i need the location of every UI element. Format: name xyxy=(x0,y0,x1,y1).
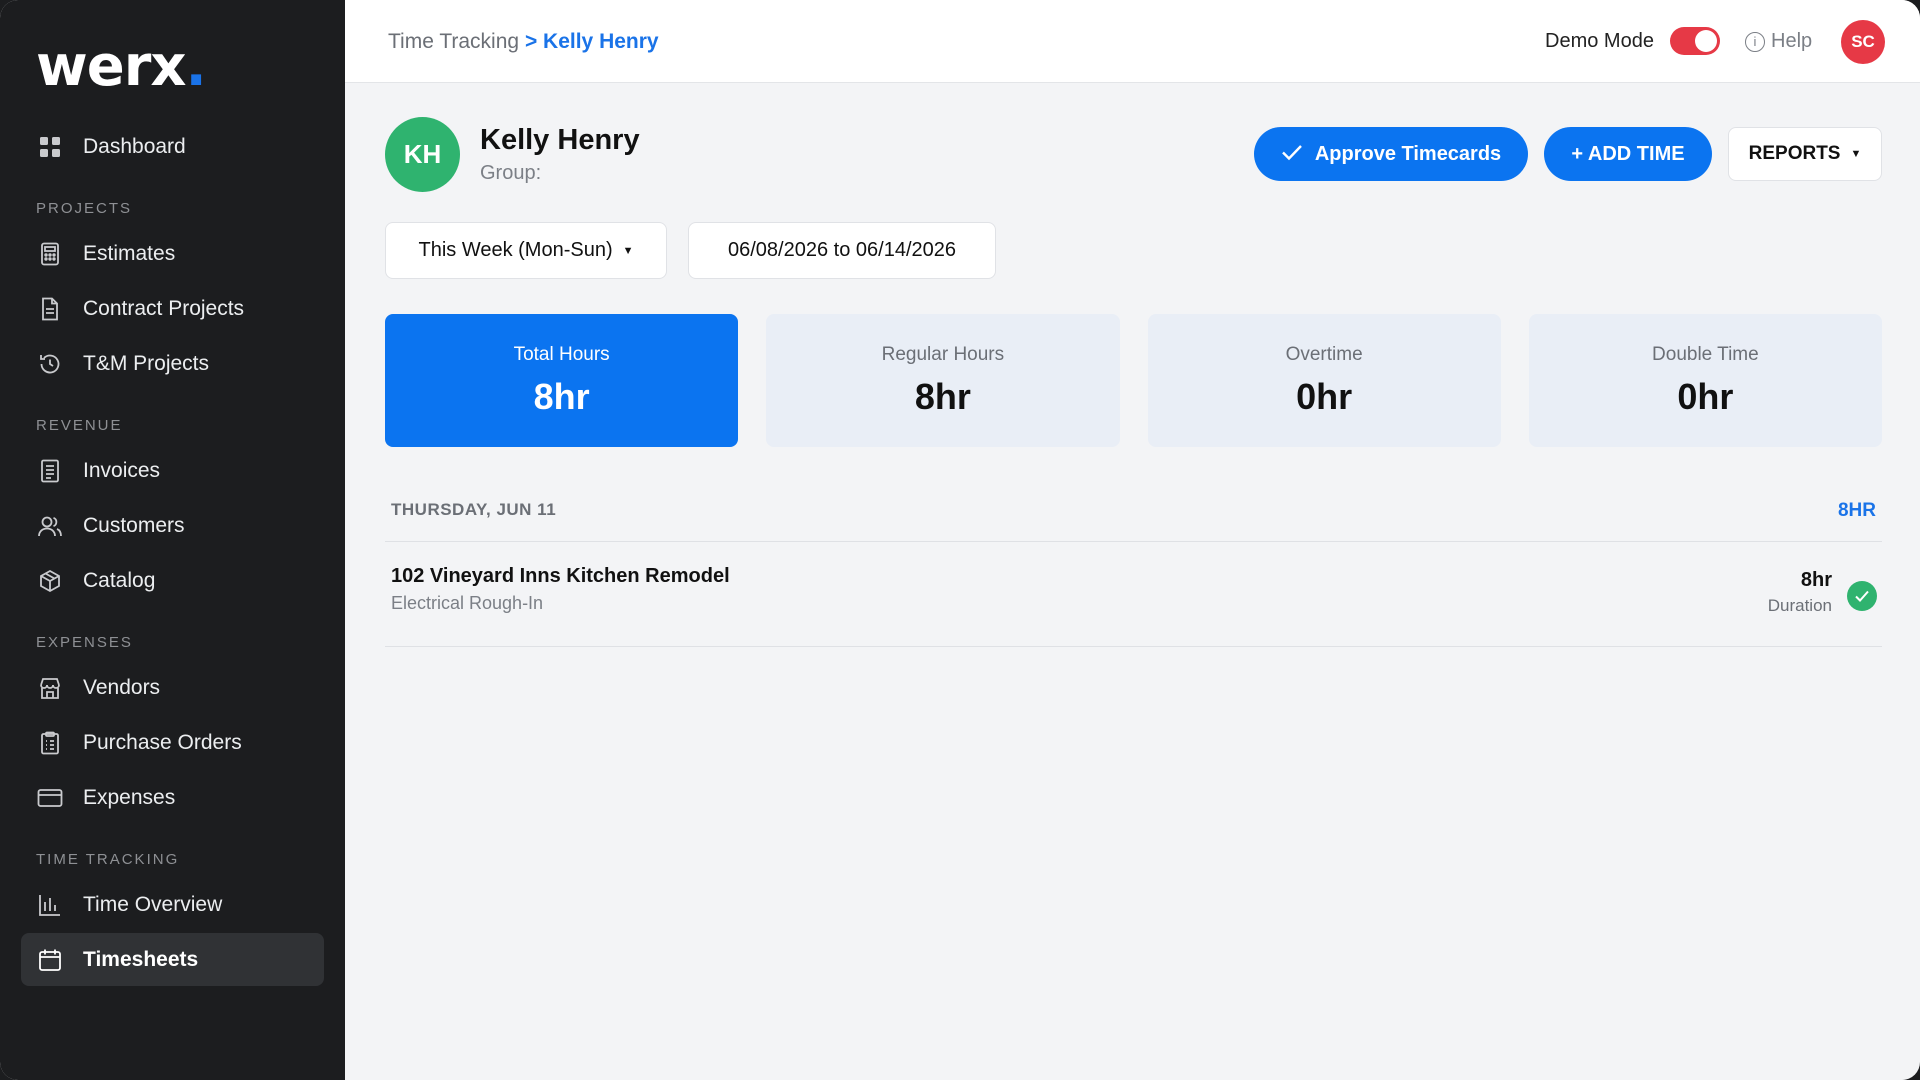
section-projects: PROJECTS xyxy=(36,200,133,217)
approve-timecards-button[interactable]: Approve Timecards xyxy=(1254,127,1528,181)
invoice-icon xyxy=(37,458,63,484)
document-icon xyxy=(37,296,63,322)
store-icon xyxy=(37,675,63,701)
caret-down-icon: ▼ xyxy=(1850,148,1862,160)
account-avatar[interactable]: SC xyxy=(1841,20,1885,64)
sidebar-item-dashboard[interactable]: Dashboard xyxy=(21,120,324,173)
sidebar-item-expenses[interactable]: Expenses xyxy=(21,771,324,824)
check-icon xyxy=(1281,141,1303,167)
reports-label: REPORTS xyxy=(1748,143,1841,164)
section-time-tracking: TIME TRACKING xyxy=(36,851,180,868)
entry-duration: 8hr xyxy=(1800,569,1832,591)
section-expenses: EXPENSES xyxy=(36,634,133,651)
users-icon xyxy=(37,513,63,539)
sidebar-item-customers[interactable]: Customers xyxy=(21,499,324,552)
sidebar-item-label: Estimates xyxy=(83,241,176,265)
card-value: 8hr xyxy=(914,375,971,417)
period-value: This Week (Mon-Sun) xyxy=(418,239,613,261)
card-label: Total Hours xyxy=(513,343,610,365)
total-hours-card[interactable]: Total Hours 8hr xyxy=(385,314,739,447)
sidebar-item-label: Expenses xyxy=(83,785,176,809)
breadcrumb-root[interactable]: Time Tracking xyxy=(388,30,519,53)
sidebar-item-purchase-orders[interactable]: Purchase Orders xyxy=(21,716,324,769)
bar-chart-icon xyxy=(37,892,63,918)
sidebar-item-time-overview[interactable]: Time Overview xyxy=(21,878,324,931)
entry-task: Electrical Rough-In xyxy=(391,593,544,613)
add-time-button[interactable]: + ADD TIME xyxy=(1544,127,1712,181)
top-bar: Time Tracking > Kelly Henry Demo Mode i … xyxy=(345,0,1920,83)
sidebar-item-label: Timesheets xyxy=(83,947,199,971)
sidebar-item-label: T&M Projects xyxy=(83,351,210,375)
approve-label: Approve Timecards xyxy=(1314,142,1502,165)
summary-cards: Total Hours 8hr Regular Hours 8hr Overti… xyxy=(385,314,1882,447)
caret-down-icon: ▼ xyxy=(622,244,634,257)
sidebar-item-vendors[interactable]: Vendors xyxy=(21,661,324,714)
overtime-card[interactable]: Overtime 0hr xyxy=(1147,314,1501,447)
approved-check-icon xyxy=(1847,581,1877,611)
entry-project: 102 Vineyard Inns Kitchen Remodel xyxy=(391,565,730,587)
user-group: Group: xyxy=(480,162,542,184)
user-avatar: KH xyxy=(385,117,460,192)
day-total: 8HR xyxy=(1837,500,1876,521)
demo-mode-toggle[interactable] xyxy=(1670,27,1720,55)
page-title: Kelly Henry xyxy=(480,124,640,156)
day-header: THURSDAY, JUN 11 8HR xyxy=(385,494,1882,542)
box-icon xyxy=(37,568,63,594)
breadcrumb-separator: > xyxy=(524,30,538,53)
period-select[interactable]: This Week (Mon-Sun) ▼ xyxy=(385,222,667,279)
calendar-icon xyxy=(37,947,63,973)
main-content: KH Kelly Henry Group: Approve Timecards … xyxy=(345,84,1920,1080)
time-entry-row[interactable]: 102 Vineyard Inns Kitchen Remodel Electr… xyxy=(385,543,1882,647)
sidebar-item-label: Dashboard xyxy=(83,134,186,158)
card-label: Regular Hours xyxy=(881,343,1005,365)
toggle-knob xyxy=(1695,30,1717,52)
demo-mode-label: Demo Mode xyxy=(1545,30,1654,52)
section-revenue: REVENUE xyxy=(36,417,123,434)
breadcrumb-current: Kelly Henry xyxy=(543,30,659,53)
sidebar-item-label: Invoices xyxy=(83,458,161,482)
help-link[interactable]: i Help xyxy=(1745,30,1812,53)
reports-dropdown[interactable]: REPORTS ▼ xyxy=(1728,127,1882,181)
card-label: Double Time xyxy=(1652,343,1759,365)
werx-logo[interactable]: werx. xyxy=(36,34,207,99)
sidebar-item-tm-projects[interactable]: T&M Projects xyxy=(21,337,324,390)
sidebar-item-label: Catalog xyxy=(83,568,156,592)
sidebar-item-estimates[interactable]: Estimates xyxy=(21,227,324,280)
info-icon: i xyxy=(1745,31,1765,52)
sidebar-item-label: Vendors xyxy=(83,675,161,699)
clipboard-icon xyxy=(37,730,63,756)
history-icon xyxy=(37,351,63,377)
sidebar-item-timesheets[interactable]: Timesheets xyxy=(21,933,324,986)
sidebar-item-contract-projects[interactable]: Contract Projects xyxy=(21,282,324,335)
sidebar-item-catalog[interactable]: Catalog xyxy=(21,554,324,607)
help-label: Help xyxy=(1771,30,1813,52)
sidebar-item-label: Contract Projects xyxy=(83,296,245,320)
card-value: 0hr xyxy=(1677,375,1734,417)
sidebar-item-label: Purchase Orders xyxy=(83,730,242,754)
date-range-picker[interactable]: 06/08/2026 to 06/14/2026 xyxy=(688,222,996,279)
day-title: THURSDAY, JUN 11 xyxy=(391,500,557,519)
sidebar-item-invoices[interactable]: Invoices xyxy=(21,444,324,497)
regular-hours-card[interactable]: Regular Hours 8hr xyxy=(766,314,1120,447)
card-icon xyxy=(37,785,63,811)
calculator-icon xyxy=(37,241,63,267)
card-value: 8hr xyxy=(533,375,590,417)
card-value: 0hr xyxy=(1296,375,1353,417)
breadcrumb: Time Tracking > Kelly Henry xyxy=(388,30,659,54)
card-label: Overtime xyxy=(1285,343,1363,365)
app-window: werx. Dashboard PROJECTS Estimates Contr… xyxy=(0,0,1920,1080)
sidebar-item-label: Time Overview xyxy=(83,892,223,916)
sidebar: werx. Dashboard PROJECTS Estimates Contr… xyxy=(0,0,345,1080)
sidebar-item-label: Customers xyxy=(83,513,185,537)
grid-icon xyxy=(37,134,63,160)
double-time-card[interactable]: Double Time 0hr xyxy=(1528,314,1882,447)
entry-duration-label: Duration xyxy=(1767,596,1832,615)
sidebar-nav: Dashboard PROJECTS Estimates Contract Pr… xyxy=(21,120,324,988)
